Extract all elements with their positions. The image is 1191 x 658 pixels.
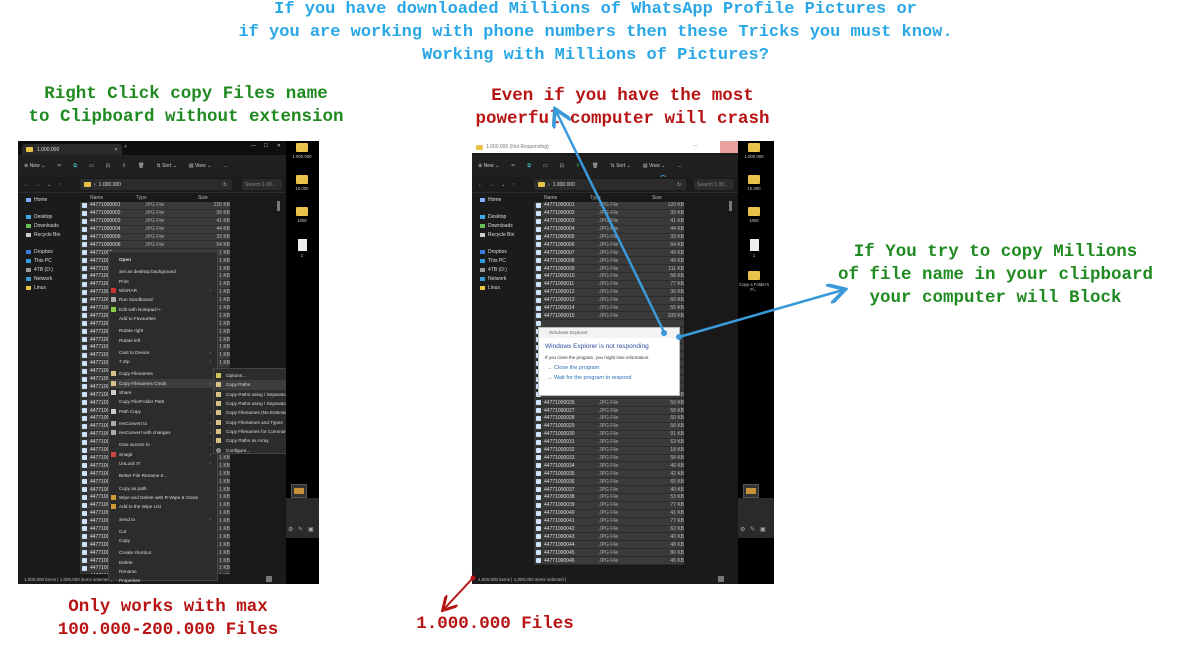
arrow-start-dot	[661, 330, 667, 336]
arrow-start-dot	[470, 575, 476, 581]
arrow-start-dot	[676, 334, 682, 340]
annotation-arrows	[0, 0, 1191, 658]
arrow-to-crash-caption	[556, 111, 666, 333]
arrow-to-files-caption	[444, 577, 474, 609]
arrow-to-block-caption	[678, 290, 843, 339]
